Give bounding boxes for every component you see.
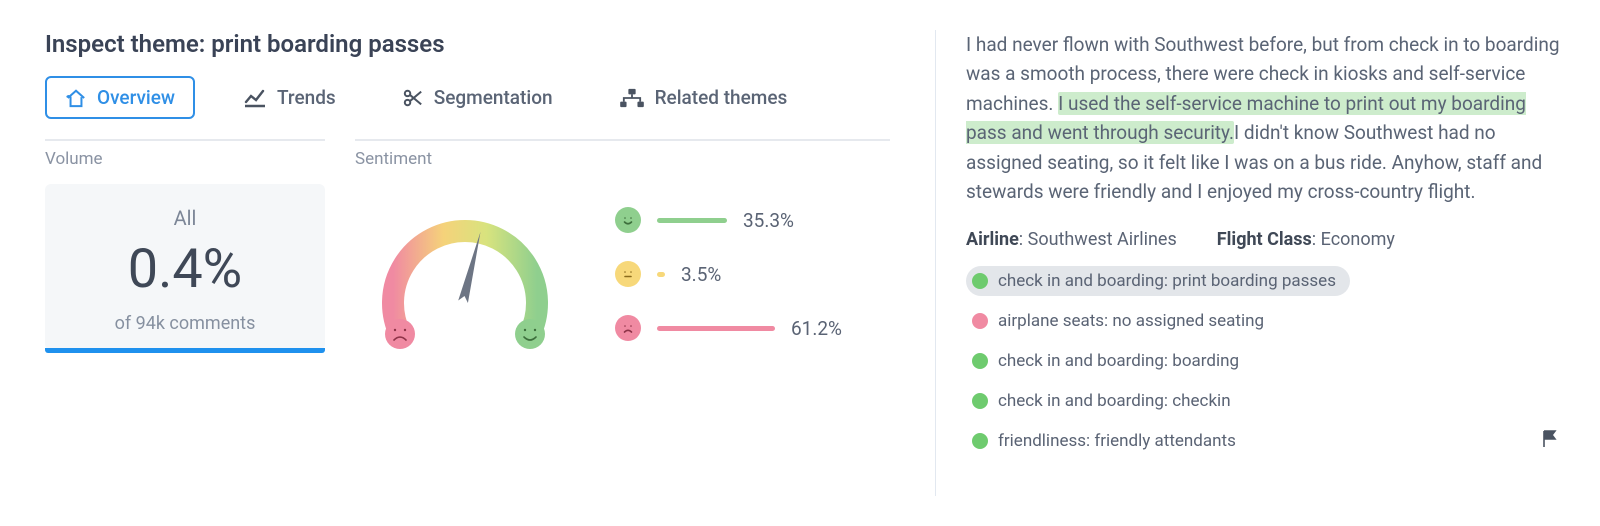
tab-label: Segmentation [434, 86, 553, 109]
theme-tag-label: check in and boarding: boarding [998, 351, 1239, 371]
tab-related-themes[interactable]: Related themes [601, 78, 806, 117]
theme-tag[interactable]: airplane seats: no assigned seating [966, 306, 1278, 336]
volume-card[interactable]: All 0.4% of 94k comments [45, 184, 325, 350]
chart-line-icon [243, 88, 267, 108]
volume-card-accent [45, 348, 325, 353]
theme-tag-label: check in and boarding: print boarding pa… [998, 271, 1336, 291]
review-panel: I had never flown with Southwest before,… [936, 0, 1600, 526]
volume-value: 0.4% [63, 240, 307, 299]
review-text: I had never flown with Southwest before,… [966, 30, 1560, 207]
sentiment-section: Sentiment [355, 139, 890, 364]
legend-bar-neutral [657, 272, 665, 277]
legend-value-positive: 35.3% [743, 209, 813, 232]
tab-bar: Overview Trends Segmentation [45, 76, 890, 119]
tab-overview[interactable]: Overview [45, 76, 195, 119]
volume-subtitle: of 94k comments [63, 313, 307, 334]
face-neutral-icon [615, 261, 641, 287]
face-negative-icon [615, 315, 641, 341]
sentiment-dot-icon [972, 313, 988, 329]
sentiment-legend: 35.3% 3.5% 61.2% [615, 207, 861, 341]
home-icon [65, 88, 87, 108]
legend-row-positive: 35.3% [615, 207, 861, 233]
legend-bar-negative [657, 326, 775, 331]
theme-tag-label: airplane seats: no assigned seating [998, 311, 1264, 331]
tab-segmentation[interactable]: Segmentation [384, 78, 571, 117]
review-meta: Airline: Southwest Airlines Flight Class… [966, 229, 1560, 250]
scissors-icon [402, 88, 424, 108]
sentiment-gauge [355, 184, 575, 364]
sentiment-dot-icon [972, 273, 988, 289]
legend-value-neutral: 3.5% [681, 263, 751, 286]
legend-row-negative: 61.2% [615, 315, 861, 341]
theme-tag[interactable]: friendliness: friendly attendants [966, 426, 1250, 456]
theme-tag-label: friendliness: friendly attendants [998, 431, 1236, 451]
theme-tag-list: check in and boarding: print boarding pa… [966, 266, 1560, 456]
theme-tag[interactable]: check in and boarding: boarding [966, 346, 1253, 376]
tab-label: Trends [277, 86, 336, 109]
theme-tag[interactable]: check in and boarding: print boarding pa… [966, 266, 1350, 296]
tab-label: Related themes [655, 86, 788, 109]
sentiment-dot-icon [972, 393, 988, 409]
meta-airline: Airline: Southwest Airlines [966, 229, 1177, 250]
face-positive-icon [615, 207, 641, 233]
inspect-theme-panel: Inspect theme: print boarding passes Ove… [0, 0, 935, 526]
legend-value-negative: 61.2% [791, 317, 861, 340]
tab-trends[interactable]: Trends [225, 78, 354, 117]
legend-bar-positive [657, 218, 727, 223]
volume-scope: All [63, 206, 307, 230]
sentiment-dot-icon [972, 353, 988, 369]
theme-tag[interactable]: check in and boarding: checkin [966, 386, 1245, 416]
flag-icon[interactable] [1540, 429, 1560, 453]
theme-tag-label: check in and boarding: checkin [998, 391, 1231, 411]
page-title: Inspect theme: print boarding passes [45, 30, 890, 58]
meta-flight-class: Flight Class: Economy [1217, 229, 1395, 250]
section-label-volume: Volume [45, 149, 325, 169]
legend-row-neutral: 3.5% [615, 261, 861, 287]
sentiment-dot-icon [972, 433, 988, 449]
diagram-icon [619, 88, 645, 108]
volume-section: Volume All 0.4% of 94k comments [45, 139, 325, 364]
section-label-sentiment: Sentiment [355, 149, 890, 169]
tab-label: Overview [97, 86, 175, 109]
